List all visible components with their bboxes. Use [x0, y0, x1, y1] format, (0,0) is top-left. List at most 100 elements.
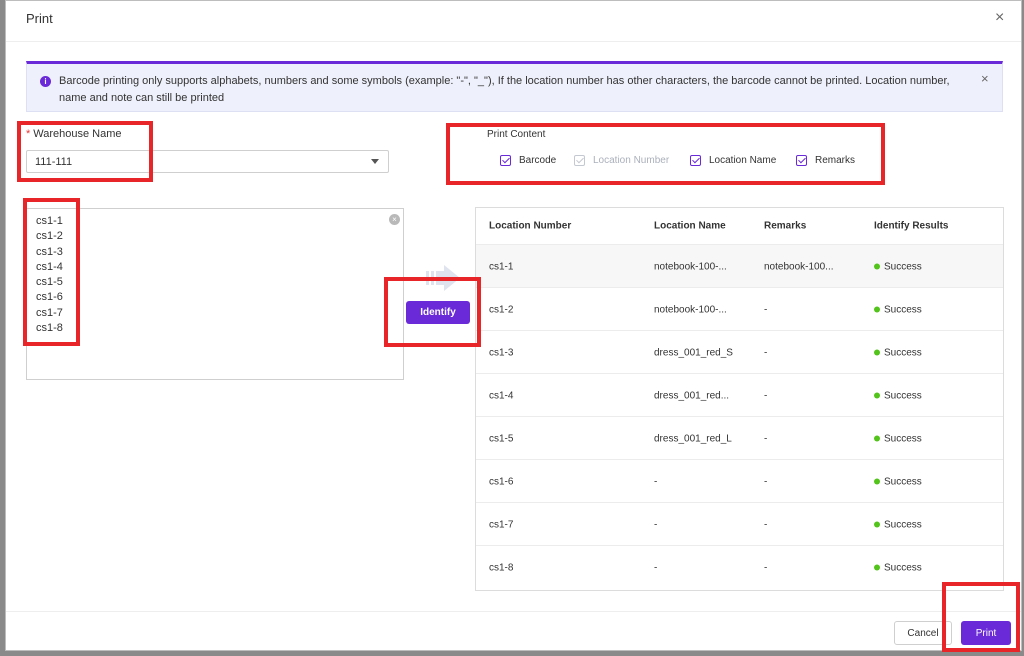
input-line: cs1-7 — [36, 306, 63, 319]
chevron-down-icon — [371, 159, 379, 164]
cell-result: Success — [874, 347, 922, 358]
cell-location-number: cs1-8 — [489, 562, 514, 573]
identify-button[interactable]: Identify — [406, 301, 470, 324]
table-row: cs1-5 dress_001_red_L - Success — [476, 416, 1003, 460]
cell-location-number: cs1-7 — [489, 519, 514, 530]
input-line: cs1-5 — [36, 276, 63, 289]
input-line: cs1-8 — [36, 322, 63, 335]
cell-result: Success — [874, 433, 922, 444]
print-content-label: Print Content — [487, 129, 546, 140]
success-dot-icon — [874, 521, 880, 528]
warehouse-label-text: Warehouse Name — [33, 128, 122, 140]
header-location-name: Location Name — [654, 220, 726, 232]
checkbox-barcode[interactable]: Barcode — [500, 152, 556, 168]
required-mark: * — [26, 128, 31, 140]
table-header: Location Number Location Name Remarks Id… — [476, 208, 1003, 244]
cell-remarks: - — [764, 433, 768, 444]
cell-result: Success — [874, 261, 922, 272]
result-text: Success — [884, 304, 922, 315]
input-line: cs1-3 — [36, 245, 63, 258]
cell-location-name: - — [654, 476, 658, 487]
cell-location-number: cs1-6 — [489, 476, 514, 487]
success-dot-icon — [874, 263, 880, 270]
print-dialog: Print × i Barcode printing only supports… — [5, 0, 1022, 651]
checkbox-label: Barcode — [519, 154, 557, 166]
cell-remarks: - — [764, 347, 768, 358]
checkbox-label: Location Name — [709, 154, 777, 166]
cell-remarks: - — [764, 390, 768, 401]
arrow-right-icon — [426, 265, 460, 291]
table-row: cs1-6 - - Success — [476, 459, 1003, 503]
result-text: Success — [884, 476, 922, 487]
table-row: cs1-7 - - Success — [476, 502, 1003, 546]
cell-location-number: cs1-3 — [489, 347, 514, 358]
input-line: cs1-6 — [36, 291, 63, 304]
checkbox-label: Location Number — [593, 154, 670, 166]
cell-result: Success — [874, 304, 922, 315]
checkbox-remarks[interactable]: Remarks — [796, 152, 855, 168]
result-text: Success — [884, 261, 922, 272]
warehouse-select[interactable]: 111-111 — [26, 150, 389, 173]
input-line: cs1-2 — [36, 230, 63, 243]
close-icon[interactable]: × — [995, 9, 1004, 27]
warehouse-name-label: * Warehouse Name — [26, 128, 122, 140]
info-icon: i — [40, 76, 51, 87]
success-dot-icon — [874, 349, 880, 356]
checkbox-location-name[interactable]: Location Name — [690, 152, 776, 168]
clear-icon[interactable]: × — [389, 214, 400, 225]
notice-close-icon[interactable]: × — [981, 71, 989, 86]
input-line: cs1-1 — [36, 215, 63, 227]
table-row: cs1-4 dress_001_red... - Success — [476, 373, 1003, 417]
success-dot-icon — [874, 564, 880, 571]
cell-result: Success — [874, 519, 922, 530]
warehouse-select-value: 111-111 — [35, 156, 73, 168]
result-text: Success — [884, 347, 922, 358]
header-divider — [6, 41, 1021, 42]
cell-location-name: notebook-100-... — [654, 261, 727, 272]
header-location-number: Location Number — [489, 220, 572, 232]
cell-location-name: notebook-100-... — [654, 304, 727, 315]
checkbox-icon — [500, 154, 511, 166]
header-remarks: Remarks — [764, 220, 807, 232]
result-text: Success — [884, 562, 922, 573]
footer-divider — [6, 611, 1021, 612]
input-line: cs1-4 — [36, 260, 63, 273]
checkbox-location-number: Location Number — [574, 152, 669, 168]
table-row: cs1-2 notebook-100-... - Success — [476, 287, 1003, 331]
success-dot-icon — [874, 392, 880, 399]
cell-remarks: - — [764, 304, 768, 315]
results-table: Location Number Location Name Remarks Id… — [475, 207, 1004, 591]
success-dot-icon — [874, 306, 880, 313]
checkbox-icon — [574, 154, 585, 166]
cell-location-name: dress_001_red_L — [654, 433, 732, 444]
table-row: cs1-8 - - Success — [476, 545, 1003, 589]
cell-remarks: - — [764, 476, 768, 487]
notice-text: Barcode printing only supports alphabets… — [59, 75, 950, 104]
cancel-button[interactable]: Cancel — [894, 621, 952, 645]
cell-result: Success — [874, 390, 922, 401]
info-notice: i Barcode printing only supports alphabe… — [26, 61, 1003, 112]
cell-remarks: - — [764, 519, 768, 530]
checkbox-icon — [690, 154, 701, 166]
cell-location-name: - — [654, 519, 658, 530]
cell-location-name: dress_001_red... — [654, 390, 730, 401]
success-dot-icon — [874, 478, 880, 485]
cell-location-number: cs1-1 — [489, 261, 514, 272]
cell-location-number: cs1-5 — [489, 433, 514, 444]
result-text: Success — [884, 433, 922, 444]
location-input-lines: cs1-1 cs1-2 cs1-3 cs1-4 cs1-5 cs1-6 cs1-… — [36, 214, 63, 336]
location-input-textarea[interactable]: cs1-1 cs1-2 cs1-3 cs1-4 cs1-5 cs1-6 cs1-… — [26, 208, 404, 380]
table-row: cs1-1 notebook-100-... notebook-100... S… — [476, 244, 1003, 288]
dialog-title: Print — [26, 11, 53, 26]
result-text: Success — [884, 519, 922, 530]
cell-remarks: - — [764, 562, 768, 573]
checkbox-icon — [796, 154, 807, 166]
cell-location-name: - — [654, 562, 658, 573]
cell-result: Success — [874, 476, 922, 487]
table-row: cs1-3 dress_001_red_S - Success — [476, 330, 1003, 374]
cell-location-number: cs1-4 — [489, 390, 514, 401]
cell-location-name: dress_001_red_S — [654, 347, 733, 358]
cell-location-number: cs1-2 — [489, 304, 514, 315]
print-button[interactable]: Print — [961, 621, 1011, 645]
checkbox-label: Remarks — [815, 154, 856, 166]
